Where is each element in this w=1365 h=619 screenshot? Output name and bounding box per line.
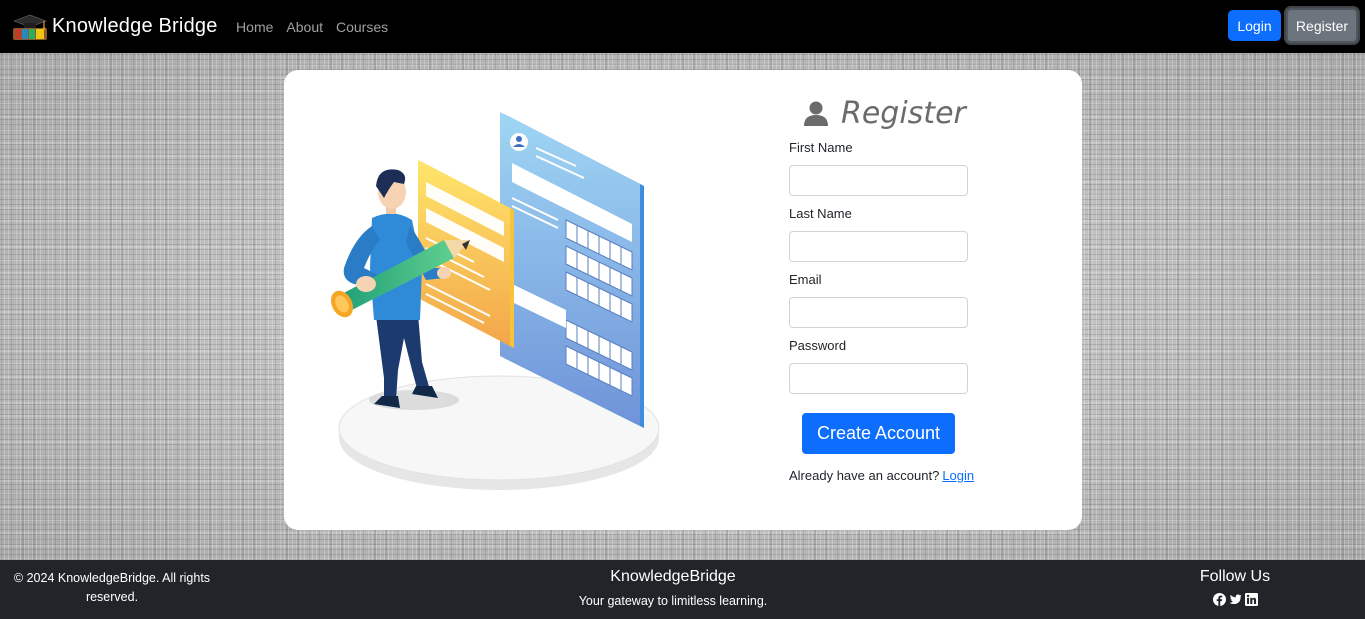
form-title-text: Register	[841, 95, 966, 131]
form-title: Register	[803, 92, 989, 134]
login-link[interactable]: Login	[942, 468, 974, 483]
nav-register-button[interactable]: Register	[1286, 8, 1358, 43]
graduation-cap-books-logo-icon	[13, 14, 47, 40]
email-label: Email	[789, 272, 822, 287]
user-icon	[804, 101, 828, 126]
nav-link-home[interactable]: Home	[236, 19, 273, 35]
email-input[interactable]	[789, 297, 968, 328]
follow-us-block: Follow Us	[1185, 567, 1285, 606]
login-prompt-text: Already have an account?	[789, 468, 940, 483]
password-input[interactable]	[789, 363, 968, 394]
login-prompt: Already have an account? Login	[789, 468, 989, 483]
last-name-label: Last Name	[789, 206, 852, 221]
password-label: Password	[789, 338, 847, 353]
nav-links: Home About Courses	[230, 19, 395, 35]
nav-login-button[interactable]: Login	[1228, 10, 1281, 41]
linkedin-icon[interactable]	[1244, 593, 1258, 606]
twitter-icon[interactable]	[1228, 593, 1242, 606]
first-name-label: First Name	[789, 140, 853, 155]
nav-auth-buttons: Login Register	[1228, 8, 1358, 43]
brand-title: Knowledge Bridge	[52, 15, 218, 37]
nav-link-about[interactable]: About	[286, 19, 323, 35]
navbar: Knowledge Bridge Home About Courses Logi…	[0, 0, 1365, 53]
register-form: Register First Name Last Name Email Pass…	[789, 92, 989, 483]
create-account-button[interactable]: Create Account	[802, 413, 955, 454]
footer: © 2024 KnowledgeBridge. All rights reser…	[0, 560, 1365, 619]
social-icons	[1185, 593, 1285, 606]
nav-link-courses[interactable]: Courses	[336, 19, 388, 35]
footer-tagline: Your gateway to limitless learning.	[578, 594, 768, 608]
footer-brand-block: KnowledgeBridge Your gateway to limitles…	[548, 567, 798, 608]
follow-us-title: Follow Us	[1199, 568, 1271, 585]
last-name-input[interactable]	[789, 231, 968, 262]
facebook-icon[interactable]	[1212, 593, 1226, 606]
first-name-input[interactable]	[789, 165, 968, 196]
footer-brand: KnowledgeBridge	[610, 568, 736, 585]
register-card: Register First Name Last Name Email Pass…	[284, 70, 1082, 530]
brand[interactable]: Knowledge Bridge	[10, 0, 218, 53]
registration-illustration	[330, 112, 660, 490]
copyright-text: © 2024 KnowledgeBridge. All rights reser…	[13, 571, 211, 604]
